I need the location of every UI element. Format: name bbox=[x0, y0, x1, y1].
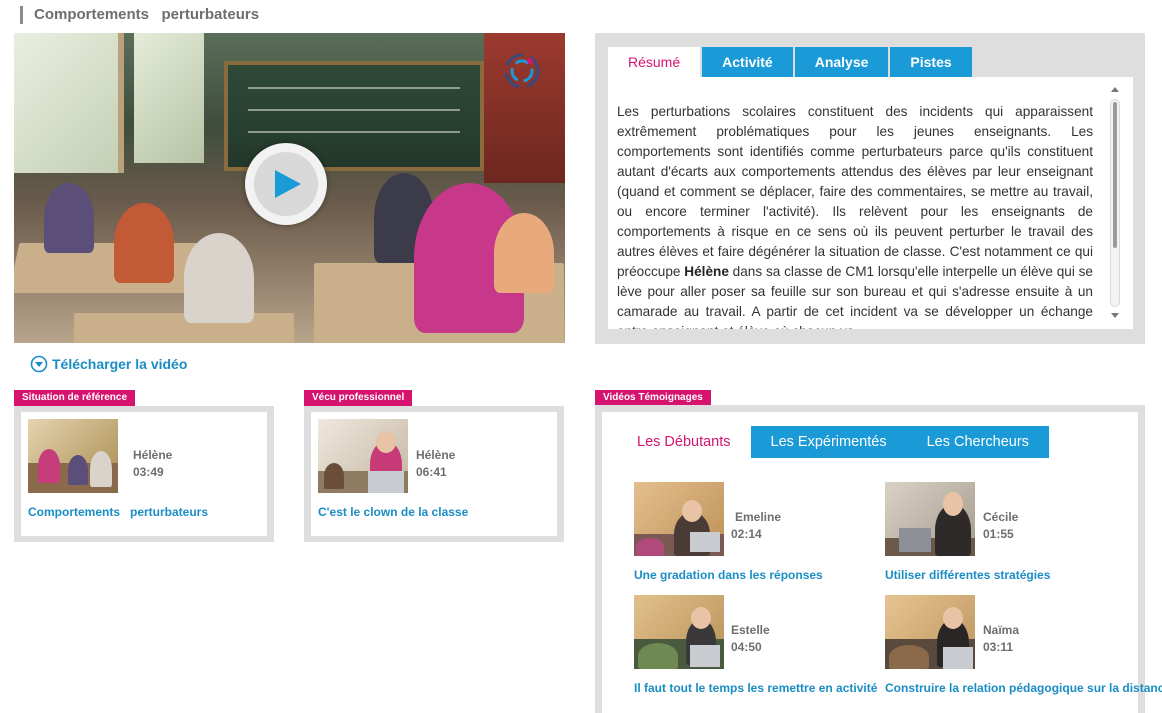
summary-text: Les perturbations scolaires constituent … bbox=[617, 102, 1093, 329]
scrollbar[interactable] bbox=[1110, 99, 1120, 307]
play-button[interactable] bbox=[245, 143, 327, 225]
video-title-link[interactable]: Il faut tout le temps les remettre en ac… bbox=[634, 681, 877, 695]
tab-analyse[interactable]: Analyse bbox=[794, 47, 889, 77]
video-thumbnail[interactable] bbox=[885, 595, 975, 669]
download-label: Télécharger la vidéo bbox=[52, 356, 188, 372]
scroll-down-icon[interactable] bbox=[1111, 313, 1119, 318]
summary-body: Les perturbations scolaires constituent … bbox=[608, 77, 1133, 329]
video-author: Cécile bbox=[983, 510, 1019, 524]
video-author: Naïma bbox=[983, 623, 1020, 637]
video-author: Emeline bbox=[735, 510, 782, 524]
video-title-link[interactable]: Utiliser différentes stratégies bbox=[885, 568, 1115, 582]
video-thumbnail[interactable] bbox=[28, 419, 118, 493]
reference-card: Hélène 03:49 Comportements perturbateurs bbox=[14, 406, 274, 542]
reference-label: Situation de référence bbox=[14, 390, 136, 406]
video-duration: 06:41 bbox=[416, 465, 447, 479]
tab-experimentes[interactable]: Les Expérimentés bbox=[750, 426, 907, 458]
video-author: Estelle bbox=[731, 623, 770, 637]
video-duration: 01:55 bbox=[983, 527, 1014, 541]
video-thumbnail[interactable] bbox=[634, 482, 724, 556]
video-thumbnail[interactable] bbox=[318, 419, 408, 493]
scrollbar-thumb[interactable] bbox=[1113, 102, 1117, 248]
play-icon bbox=[275, 170, 301, 198]
testimonials-label: Vidéos Témoignages bbox=[595, 390, 711, 406]
download-video-link[interactable]: Télécharger la vidéo bbox=[30, 355, 187, 373]
classroom-window bbox=[14, 33, 124, 173]
student bbox=[44, 183, 94, 253]
video-title-link[interactable]: Une gradation dans les réponses bbox=[634, 568, 864, 582]
summary-text-part: Les perturbations scolaires constituent … bbox=[617, 104, 1093, 279]
classroom-window bbox=[134, 33, 204, 163]
student bbox=[184, 233, 254, 323]
video-duration: 04:50 bbox=[731, 640, 762, 654]
summary-text-bold: Hélène bbox=[684, 264, 729, 279]
tab-pistes[interactable]: Pistes bbox=[890, 47, 972, 77]
video-author: Hélène bbox=[416, 448, 456, 462]
student bbox=[114, 203, 174, 283]
video-duration: 02:14 bbox=[731, 527, 762, 541]
scroll-up-icon[interactable] bbox=[1111, 87, 1119, 92]
summary-panel: Résumé Activité Analyse Pistes Les pertu… bbox=[595, 33, 1145, 344]
video-duration: 03:49 bbox=[133, 465, 164, 479]
video-thumbnail[interactable] bbox=[634, 595, 724, 669]
testimonials-panel: Les Débutants Les Expérimentés Les Cherc… bbox=[595, 405, 1162, 713]
video-player[interactable] bbox=[14, 33, 565, 343]
student bbox=[494, 213, 554, 293]
video-title-link[interactable]: Comportements perturbateurs bbox=[28, 505, 208, 519]
tab-chercheurs[interactable]: Les Chercheurs bbox=[906, 426, 1049, 458]
video-author: Hélène bbox=[133, 448, 173, 462]
circle-logo-icon bbox=[504, 53, 540, 89]
testimonials-tabs: Les Débutants Les Expérimentés Les Cherc… bbox=[617, 426, 1049, 458]
tab-activite[interactable]: Activité bbox=[702, 47, 793, 77]
video-title-link[interactable]: C'est le clown de la classe bbox=[318, 505, 468, 519]
tab-debutants[interactable]: Les Débutants bbox=[617, 426, 751, 458]
page-title: Comportements perturbateurs bbox=[20, 6, 259, 24]
tab-resume[interactable]: Résumé bbox=[608, 47, 701, 77]
download-icon bbox=[30, 355, 48, 373]
video-thumbnail[interactable] bbox=[885, 482, 975, 556]
video-duration: 03:11 bbox=[983, 640, 1014, 654]
professional-card: Hélène 06:41 C'est le clown de la classe bbox=[304, 406, 564, 542]
professional-label: Vécu professionnel bbox=[304, 390, 413, 406]
video-title-link[interactable]: Construire la relation pédagogique sur l… bbox=[885, 681, 1162, 695]
summary-tabs: Résumé Activité Analyse Pistes bbox=[608, 47, 974, 77]
